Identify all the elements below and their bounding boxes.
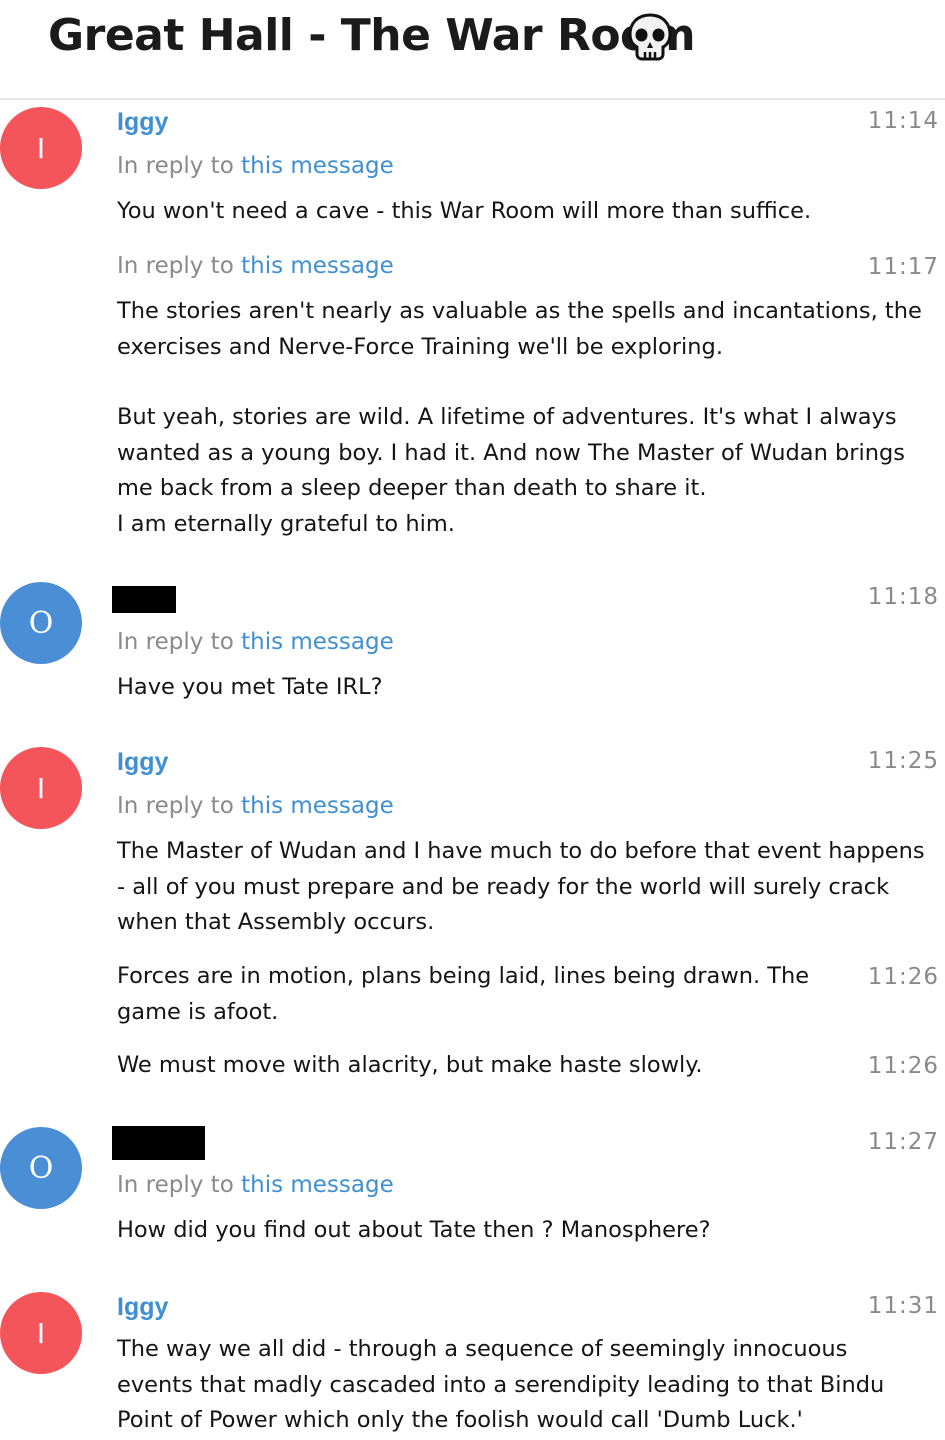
message-paragraph: You won't need a cave - this War Room wi…	[117, 198, 812, 224]
redacted-sender-name	[112, 1126, 205, 1160]
redacted-sender-name	[112, 586, 176, 613]
avatar-initial: I	[36, 131, 46, 165]
reply-link[interactable]: this message	[241, 153, 394, 179]
avatar[interactable]: O	[0, 1127, 82, 1209]
avatar[interactable]: I	[0, 1292, 82, 1374]
reply-reference: In reply to this message	[117, 1172, 394, 1198]
avatar[interactable]: I	[0, 747, 82, 829]
reply-link[interactable]: this message	[241, 1172, 394, 1198]
reply-link[interactable]: this message	[241, 629, 394, 655]
reply-prefix: In reply to	[117, 153, 234, 179]
message-paragraph: I am eternally grateful to him.	[117, 510, 455, 537]
message-time: 11:31	[867, 1293, 939, 1319]
reply-prefix: In reply to	[117, 253, 234, 279]
reply-prefix: In reply to	[117, 1172, 234, 1198]
reply-link[interactable]: this message	[241, 793, 394, 819]
reply-reference: In reply to this message	[117, 629, 394, 655]
chat-header: Great Hall - The War Room	[0, 0, 945, 100]
reply-link[interactable]: this message	[241, 253, 394, 279]
avatar[interactable]: I	[0, 107, 82, 189]
message-paragraph: But yeah, stories are wild. A lifetime o…	[117, 404, 906, 501]
message-text: The way we all did - through a sequence …	[117, 1332, 907, 1439]
sender-name[interactable]: Iggy	[117, 1293, 168, 1322]
avatar[interactable]: O	[0, 582, 82, 664]
skull-emoji-icon	[628, 13, 672, 61]
message-time: 11:25	[867, 748, 939, 774]
message-text: The Master of Wudan and I have much to d…	[117, 834, 932, 941]
message-paragraph: The way we all did - through a sequence …	[117, 1336, 885, 1433]
message-text: How did you find out about Tate then ? M…	[117, 1213, 932, 1249]
avatar-initial: O	[28, 1150, 54, 1186]
reply-prefix: In reply to	[117, 793, 234, 819]
message-paragraph: The Master of Wudan and I have much to d…	[117, 838, 925, 935]
sender-name[interactable]: Iggy	[117, 748, 168, 777]
message-text: You won't need a cave - this War Room wi…	[117, 194, 932, 230]
message-paragraph: We must move with alacrity, but make has…	[117, 1052, 703, 1078]
message-paragraph: How did you find out about Tate then ? M…	[117, 1217, 711, 1243]
message-text: The stories aren't nearly as valuable as…	[117, 294, 932, 542]
message-time: 11:26	[867, 1053, 939, 1079]
message-time: 11:18	[867, 584, 939, 610]
avatar-initial: I	[36, 771, 46, 805]
message-text: Forces are in motion, plans being laid, …	[117, 959, 847, 1030]
message-time: 11:26	[867, 964, 939, 990]
message-time: 11:14	[867, 108, 939, 134]
message-text: We must move with alacrity, but make has…	[117, 1048, 847, 1084]
message-paragraph: The stories aren't nearly as valuable as…	[117, 298, 922, 360]
reply-reference: In reply to this message	[117, 153, 394, 179]
message-time: 11:17	[867, 254, 939, 280]
message-paragraph: Have you met Tate IRL?	[117, 674, 383, 700]
message-paragraph: Forces are in motion, plans being laid, …	[117, 963, 810, 1025]
sender-name[interactable]: Iggy	[117, 108, 168, 137]
message-text: Have you met Tate IRL?	[117, 670, 932, 706]
avatar-initial: I	[36, 1316, 46, 1350]
reply-reference: In reply to this message	[117, 253, 394, 279]
avatar-initial: O	[28, 605, 54, 641]
chat-title: Great Hall - The War Room	[48, 10, 696, 61]
message-time: 11:27	[867, 1129, 939, 1155]
reply-reference: In reply to this message	[117, 793, 394, 819]
reply-prefix: In reply to	[117, 629, 234, 655]
